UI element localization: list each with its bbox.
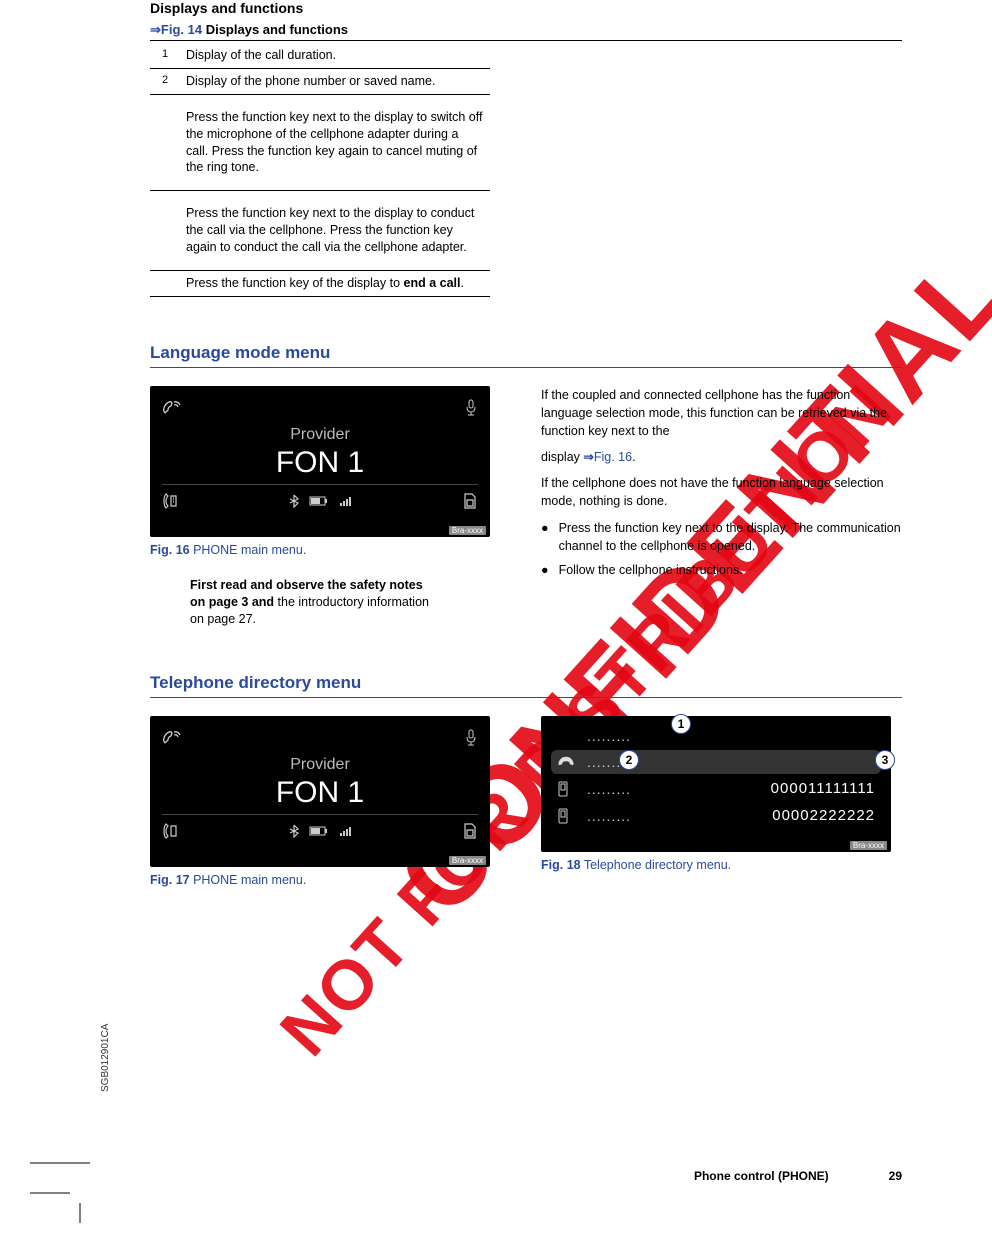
table-row: 1 Display of the call duration. <box>150 43 490 68</box>
row-text: Display of the phone number or saved nam… <box>180 68 490 94</box>
fig17-caption: Fig. 17 PHONE main menu. <box>150 873 511 887</box>
mic-icon <box>464 729 478 747</box>
call-icon <box>162 729 184 747</box>
row-text: Press the function key of the display to… <box>180 270 490 296</box>
para-coupled: If the coupled and connected cellphone h… <box>541 386 902 440</box>
page-number: 29 <box>889 1169 902 1183</box>
display-tag: Bra-xxxx <box>449 856 486 865</box>
row-num: 2 <box>150 68 180 94</box>
heading-directory: Telephone directory menu <box>150 673 902 698</box>
signal-icon <box>339 825 355 837</box>
dir-name: ......... <box>587 781 761 797</box>
table-row: Press the function key of the display to… <box>150 270 490 296</box>
row-num: 1 <box>150 43 180 68</box>
display-tag: Bra-xxxx <box>449 526 486 535</box>
arrow-icon: ⇒ <box>150 22 161 37</box>
handset-icon <box>557 755 577 769</box>
para-display-ref: display ⇒Fig. 16. <box>541 448 902 466</box>
bullet-item: ● Follow the cellphone instructions. <box>541 561 902 579</box>
row-text: Press the function key next to the displ… <box>180 94 490 191</box>
dir-row: ......... 00002222222 <box>551 803 881 828</box>
safety-note: First read and observe the safety notes … <box>190 577 440 628</box>
fon-label: FON 1 <box>162 776 478 810</box>
phone-display-fig16: Provider FON 1 <box>150 386 490 537</box>
provider-label: Provider <box>162 426 478 444</box>
phone-display-fig17: Provider FON 1 <box>150 716 490 867</box>
table-row: Press the function key next to the displ… <box>150 94 490 191</box>
table-row: Press the function key next to the displ… <box>150 191 490 271</box>
crop-mark-icon <box>30 1143 110 1223</box>
mobile-icon <box>557 808 577 824</box>
fig18-caption: Fig. 18 Telephone directory menu. <box>541 858 902 872</box>
mobile-icon <box>557 781 577 797</box>
callout-3: 3 <box>875 750 895 770</box>
fon-label: FON 1 <box>162 446 478 480</box>
row-num <box>150 270 180 296</box>
phonebook-icon <box>162 822 182 840</box>
para-nofunc: If the cellphone does not have the funct… <box>541 474 902 510</box>
dir-row: ......... 000011111111 <box>551 776 881 801</box>
directory-display-fig18: ......... ........ ......... 00001111111… <box>541 716 891 852</box>
functions-table: 1 Display of the call duration. 2 Displa… <box>150 43 490 297</box>
provider-label: Provider <box>162 756 478 774</box>
page-footer: Phone control (PHONE) 29 <box>694 1169 902 1183</box>
chapter-name: Phone control (PHONE) <box>694 1169 829 1183</box>
bluetooth-icon <box>289 494 299 508</box>
row-text: Press the function key next to the displ… <box>180 191 490 271</box>
dir-row: ......... <box>551 724 881 748</box>
caption-text: Displays and functions <box>202 22 348 37</box>
battery-icon <box>309 496 329 506</box>
call-icon <box>162 399 184 417</box>
table-caption: ⇒Fig. 14 Displays and functions <box>150 22 902 41</box>
sim-icon <box>462 492 478 510</box>
row-num <box>150 191 180 271</box>
dir-num: 000011111111 <box>771 780 875 797</box>
display-tag: Bra-xxxx <box>850 841 887 850</box>
row-text: Display of the call duration. <box>180 43 490 68</box>
row-num <box>150 94 180 191</box>
fig-ref: Fig. 14 <box>161 22 202 37</box>
table-row: 2 Display of the phone number or saved n… <box>150 68 490 94</box>
mic-icon <box>464 399 478 417</box>
dir-name: ......... <box>587 808 762 824</box>
dir-row-selected: ........ <box>551 750 881 774</box>
bullet-item: ● Press the function key next to the dis… <box>541 519 902 555</box>
signal-icon <box>339 495 355 507</box>
dir-name: ......... <box>587 728 865 744</box>
sim-icon <box>462 822 478 840</box>
bluetooth-icon <box>289 824 299 838</box>
heading-language-mode: Language mode menu <box>150 343 902 368</box>
document-code: SGB012901CA <box>100 1024 111 1092</box>
fig16-caption: Fig. 16 PHONE main menu. <box>150 543 511 557</box>
phonebook-icon <box>162 492 182 510</box>
dir-num: 00002222222 <box>772 807 875 824</box>
section-title: Displays and functions <box>150 0 902 16</box>
bullet-icon: ● <box>541 561 549 579</box>
bullet-icon: ● <box>541 519 549 555</box>
battery-icon <box>309 826 329 836</box>
